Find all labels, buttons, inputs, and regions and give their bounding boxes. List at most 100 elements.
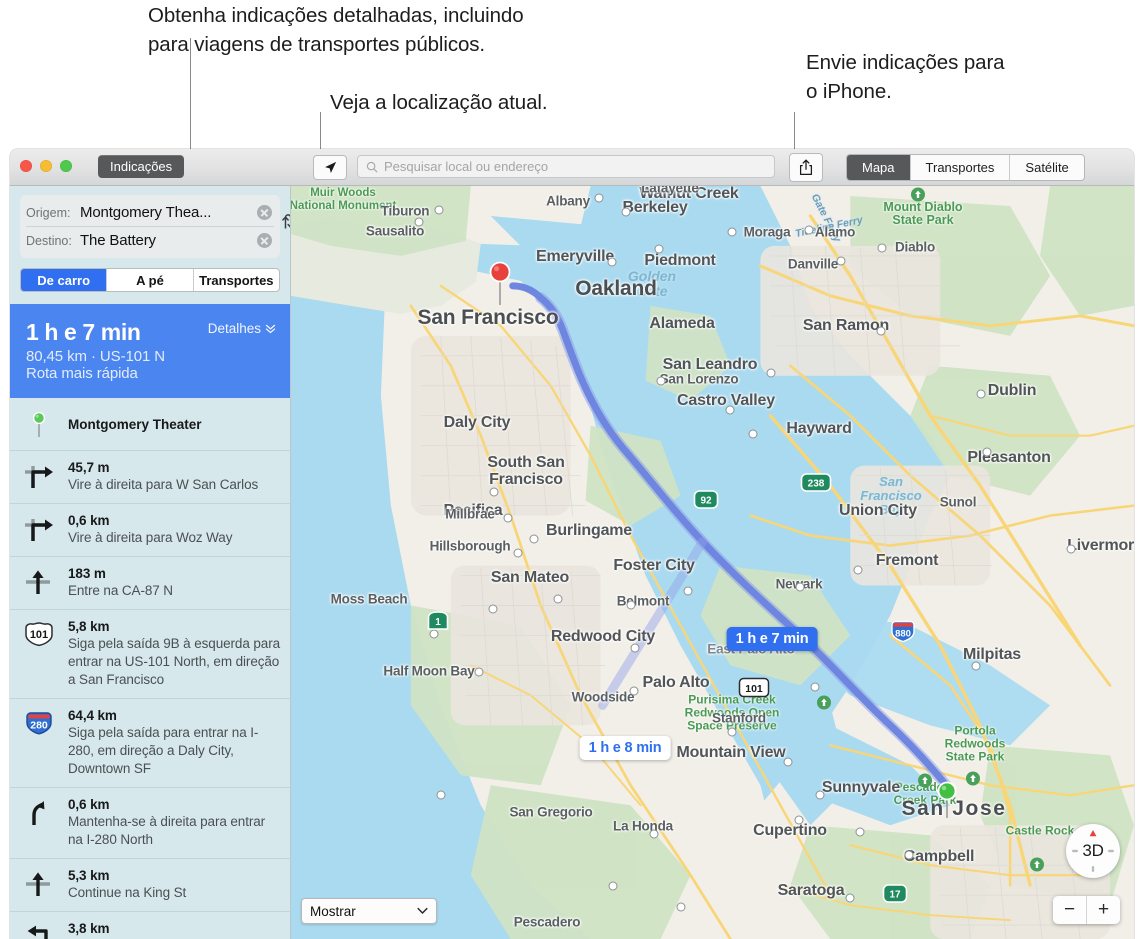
minimize-button[interactable] — [40, 160, 52, 172]
map-city-dot — [810, 682, 820, 692]
turn-right-icon — [10, 513, 68, 541]
map-city-dot — [815, 790, 825, 800]
map-city-dot — [766, 368, 776, 378]
route-step[interactable]: 183 m Entre na CA-87 N — [10, 557, 290, 610]
route-step[interactable]: 280 64,4 km Siga pela saída para entrar … — [10, 699, 290, 788]
travel-mode-a-pe[interactable]: A pé — [107, 269, 194, 291]
park-marker-icon — [918, 773, 933, 793]
map-city-dot — [748, 429, 758, 439]
origin-step-text: Montgomery Theater — [68, 417, 280, 432]
turn-left-icon — [10, 921, 68, 939]
origin-row[interactable]: Origem: Montgomery Thea... — [26, 199, 274, 227]
view-mode-transportes[interactable]: Transportes — [911, 155, 1011, 180]
zoom-in-button[interactable]: + — [1087, 896, 1120, 924]
svg-text:17: 17 — [889, 890, 901, 901]
travel-mode-de-carro[interactable]: De carro — [21, 269, 108, 291]
route-shield-880: 880 — [889, 619, 917, 649]
map-city-dot — [836, 256, 846, 266]
window-controls — [20, 160, 72, 172]
search-input[interactable]: Pesquisar local ou endereço — [357, 155, 775, 178]
search-placeholder: Pesquisar local ou endereço — [384, 159, 549, 174]
step-description: Entre na CA-87 N — [68, 583, 173, 598]
map-view-segmented-control[interactable]: Mapa Transportes Satélite — [846, 154, 1085, 181]
share-icon — [799, 159, 813, 176]
route-step[interactable]: 0,6 km Vire à direita para Woz Way — [10, 504, 290, 557]
map-city-dot — [794, 815, 804, 825]
origin-map-pin[interactable] — [937, 781, 957, 824]
map-city-dot — [594, 193, 604, 203]
step-distance: 64,4 km — [68, 708, 117, 723]
directions-button[interactable]: Indicações — [98, 155, 185, 178]
route-step[interactable]: 0,6 km Mantenha-se à direita para entrar… — [10, 788, 290, 859]
route-step-origin[interactable]: Montgomery Theater — [10, 398, 290, 451]
travel-mode-transportes[interactable]: Transportes — [194, 269, 279, 291]
view-mode-mapa[interactable]: Mapa — [847, 155, 911, 180]
map-city-dot — [804, 225, 814, 235]
origin-label: Origem: — [26, 205, 71, 220]
step-text: 0,6 km Vire à direita para Woz Way — [68, 513, 280, 547]
eta-label-selected[interactable]: 1 h e 7 min — [726, 627, 818, 651]
route-step[interactable]: 3,8 km — [10, 912, 290, 939]
map-city-dot — [436, 790, 446, 800]
details-button[interactable]: Detalhes — [208, 321, 276, 336]
us-101-shield-icon: 101 — [10, 619, 68, 647]
map-city-dot — [474, 667, 484, 677]
svg-text:92: 92 — [700, 496, 712, 507]
step-text: 64,4 km Siga pela saída para entrar na I… — [68, 708, 280, 778]
mostrar-dropdown[interactable]: Mostrar — [301, 898, 437, 924]
map-city-dot — [795, 582, 805, 592]
swap-arrows-icon — [281, 213, 290, 228]
shield-number: 101 — [30, 629, 48, 641]
map-city-dot — [654, 244, 664, 254]
keep-right-icon — [10, 797, 68, 825]
map-city-dot — [876, 326, 886, 336]
step-distance: 3,8 km — [68, 921, 110, 936]
current-location-button[interactable] — [313, 155, 347, 180]
compass-3d-button[interactable]: 3D — [1066, 824, 1120, 878]
map-city-dot — [649, 829, 659, 839]
origin-pin-icon — [10, 410, 68, 438]
share-button[interactable] — [789, 153, 823, 182]
zoom-out-button[interactable]: − — [1053, 896, 1087, 924]
map-city-dot — [904, 850, 914, 860]
svg-text:101: 101 — [745, 683, 763, 695]
route-shield-101: 101 — [738, 677, 770, 703]
callout-directions-leader-line — [190, 38, 191, 151]
eta-label-alternate[interactable]: 1 h e 8 min — [579, 736, 671, 760]
zoom-controls[interactable]: − + — [1053, 896, 1120, 924]
route-step[interactable]: 5,3 km Continue na King St — [10, 859, 290, 912]
step-description: Vire à direita para Woz Way — [68, 530, 233, 545]
maximize-button[interactable] — [60, 160, 72, 172]
callout-iphone-leader-line — [794, 112, 795, 152]
details-label: Detalhes — [207, 321, 261, 336]
route-shield-17: 17 — [882, 884, 908, 908]
view-mode-satelite[interactable]: Satélite — [1010, 155, 1083, 180]
destination-clear-icon[interactable] — [257, 233, 272, 248]
svg-text:880: 880 — [895, 628, 911, 639]
callout-location-text: Veja a localização atual. — [330, 91, 548, 114]
step-description: Siga pela saída 9B à esquerda para entra… — [68, 636, 281, 687]
maps-window: Indicações Pesquisar local ou endereço M… — [10, 149, 1134, 939]
route-step[interactable]: 45,7 m Vire à direita para W San Carlos — [10, 451, 290, 504]
map-city-dot — [1066, 544, 1076, 554]
swap-endpoints-button[interactable] — [280, 209, 290, 233]
map-city-dot — [489, 487, 499, 497]
route-summary-banner[interactable]: 1 h e 7 min 80,45 km · US-101 N Rota mai… — [10, 304, 290, 398]
map-city-dot — [529, 534, 539, 544]
travel-mode-segmented-control[interactable]: De carro A pé Transportes — [20, 268, 280, 292]
close-button[interactable] — [20, 160, 32, 172]
map-canvas[interactable]: Muir Woods National Monument Mount Diablo… — [291, 186, 1134, 939]
map-city-dot — [783, 757, 793, 767]
destination-row[interactable]: Destino: The Battery — [26, 227, 274, 254]
step-description: Continue na King St — [68, 885, 187, 900]
route-shield-1: 1 — [427, 611, 450, 636]
route-step[interactable]: 101 5,8 km Siga pela saída 9B à esquerda… — [10, 610, 290, 699]
callout-iphone-text: Envie indicações para o iPhone. — [806, 51, 1005, 103]
map-city-dot — [414, 217, 424, 227]
origin-clear-icon[interactable] — [257, 205, 272, 220]
origin-name: Montgomery Theater — [68, 416, 202, 432]
map-city-dot — [855, 827, 865, 837]
step-text: 5,3 km Continue na King St — [68, 868, 280, 902]
destination-map-pin[interactable] — [489, 261, 511, 311]
map-city-dot — [845, 893, 855, 903]
